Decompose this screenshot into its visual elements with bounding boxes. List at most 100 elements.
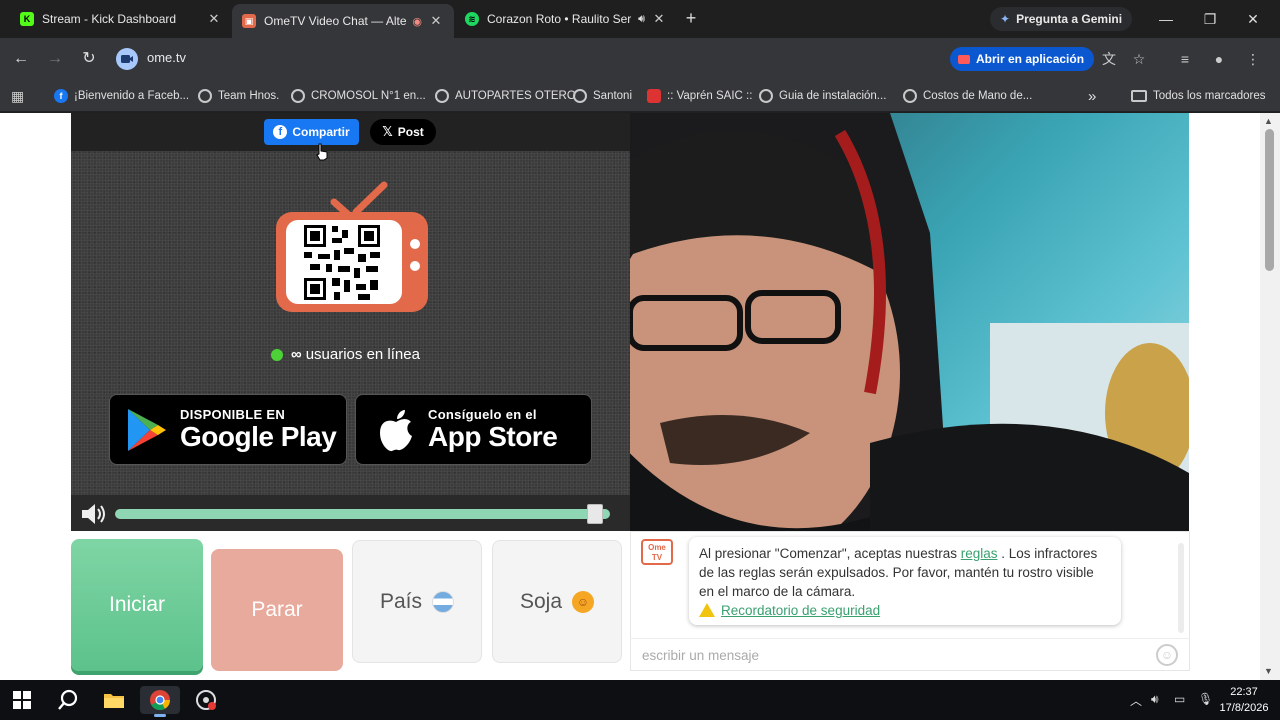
facebook-icon: f [54,89,68,103]
facebook-icon: f [273,125,288,139]
volume-icon[interactable] [80,503,108,525]
warning-icon [699,603,715,617]
bookmark-santoni[interactable]: Santoni [573,87,632,105]
minimize-button[interactable]: — [1146,8,1186,30]
message-input[interactable]: escribir un mensaje [630,638,1190,672]
audio-playing-icon[interactable]: 🔊︎ [638,13,645,26]
x-logo-icon: 𝕏 [382,124,393,139]
search-icon[interactable] [48,686,88,714]
stop-button[interactable]: Parar [211,549,343,671]
new-tab-button[interactable]: + [680,8,702,30]
apps-grid-icon[interactable]: ▦ [11,87,24,105]
bookmark-autopartes[interactable]: AUTOPARTES OTERO [435,87,576,105]
x-post-button[interactable]: 𝕏 Post [370,119,436,145]
system-notice-message: Al presionar "Comenzar", aceptas nuestra… [689,537,1121,625]
browser-toolbar: ← → ↻ ome.tv Abrir en aplicación 文 ☆ ≡ ●… [0,38,1280,80]
speaker-tray-icon[interactable]: 🔊︎ [1151,692,1159,707]
ometv-icon: ▣ [242,14,256,28]
logo-text-bottom: TV [651,553,663,562]
emoji-icon[interactable]: ☺ [1156,644,1178,666]
bookmark-costos[interactable]: Costos de Mano de... [903,87,1032,105]
globe-icon [573,89,587,103]
close-icon[interactable]: ✕ [651,11,667,27]
url-text[interactable]: ome.tv [147,50,186,65]
google-play-icon [128,408,166,451]
bookmark-team-hnos[interactable]: Team Hnos. [198,87,279,105]
reading-list-icon[interactable]: ≡ [1174,48,1196,70]
google-play-big-text: Google Play [180,421,337,452]
online-dot-icon [271,348,283,361]
restore-button[interactable]: ❐ [1190,8,1230,30]
online-label: usuarios en línea [305,346,420,363]
safety-reminder-link[interactable]: Recordatorio de seguridad [721,603,880,618]
bookmark-label: Santoni [593,90,633,102]
country-selector[interactable]: País [352,540,482,663]
close-icon[interactable]: ✕ [206,11,222,27]
open-in-app-button[interactable]: Abrir en aplicación [950,47,1095,71]
notice-text-part1: Al presionar "Comenzar", aceptas nuestra… [699,546,961,561]
page-scrollbar[interactable]: ▲ ▼ [1260,113,1280,680]
tab-kick[interactable]: K Stream - Kick Dashboard ✕ [10,6,232,32]
bookmark-label: Guia de instalación... [779,90,887,102]
google-play-small-text: DISPONIBLE EN [180,407,286,422]
bookmark-guia-instalacion[interactable]: Guia de instalación... [759,87,886,105]
chrome-taskbar-icon[interactable] [140,686,180,717]
menu-icon[interactable]: ⋮ [1242,48,1264,70]
chat-scrollbar[interactable] [1178,543,1184,633]
bookmark-star-icon[interactable]: ☆ [1128,48,1150,70]
obs-recording-icon[interactable] [186,686,226,714]
folder-icon [1131,90,1147,102]
all-bookmarks-folder[interactable]: Todos los marcadores [1131,87,1266,105]
ometv-qr-tv-logo [276,181,428,312]
bookmark-label: ¡Bienvenido a Faceb... [74,90,190,102]
online-count: ∞ [291,346,302,363]
site-info-icon[interactable] [116,48,138,70]
spotify-icon: ≋ [465,12,479,26]
profile-avatar-icon[interactable]: ● [1208,48,1230,70]
globe-icon [759,89,773,103]
microphone-tray-icon[interactable]: 🎙︎ [1198,692,1213,706]
bookmarks-overflow-button[interactable]: » [1088,87,1096,105]
network-tray-icon[interactable]: ▭ [1174,692,1185,706]
google-play-badge[interactable]: DISPONIBLE EN Google Play [109,394,347,465]
facebook-share-button[interactable]: f Compartir [264,119,359,145]
start-button[interactable]: Iniciar [71,539,203,671]
globe-icon [435,89,449,103]
forward-icon[interactable]: → [44,48,66,70]
bookmark-label: CROMOSOL N°1 en... [311,90,426,102]
tab-spotify[interactable]: ≋ Corazon Roto • Raulito Ser 🔊︎ ✕ [455,6,677,32]
scrollbar-thumb[interactable] [1265,129,1274,271]
tab-title: Stream - Kick Dashboard [42,12,177,26]
tray-overflow-icon[interactable]: ︿ [1130,692,1142,709]
ometv-page: f Compartir 𝕏 Post ∞ usuarios en línea D… [0,113,1260,680]
translate-icon[interactable]: 文 [1098,48,1120,70]
system-clock[interactable]: 22:37 17/8/2026 [1212,684,1276,716]
volume-slider[interactable] [115,509,610,519]
windows-taskbar: ︿ 🔊︎ ▭ 🎙︎ 22:37 17/8/2026 [0,680,1280,720]
recording-icon: ◉ [412,15,422,28]
rules-link[interactable]: reglas [961,546,998,561]
gender-selector[interactable]: Soja ☺ [492,540,622,663]
ometv-chat-logo: Ome TV [641,539,673,565]
bookmark-cromosol[interactable]: CROMOSOL N°1 en... [291,87,426,105]
tab-ometv[interactable]: ▣ OmeTV Video Chat — Alter ◉ ✕ [232,4,454,38]
volume-slider-handle[interactable] [587,504,604,524]
gender-label: Soja [519,589,563,613]
back-icon[interactable]: ← [10,48,32,70]
vapren-icon [647,89,661,103]
file-explorer-icon[interactable] [94,686,134,714]
close-window-button[interactable]: ✕ [1233,8,1273,30]
bookmark-facebook[interactable]: f ¡Bienvenido a Faceb... [54,87,189,105]
windows-start-icon[interactable] [2,686,42,714]
bookmark-label: :: Vaprén SAIC :: [667,90,753,102]
scroll-down-icon[interactable]: ▼ [1264,666,1273,676]
scroll-up-icon[interactable]: ▲ [1264,116,1273,126]
bookmark-vapren[interactable]: :: Vaprén SAIC :: [647,87,752,105]
tab-strip: K Stream - Kick Dashboard ✕ ▣ OmeTV Vide… [0,0,1280,38]
app-store-badge[interactable]: Consíguelo en el App Store [355,394,592,465]
tab-title: Corazon Roto • Raulito Ser [487,12,632,26]
reload-icon[interactable]: ↻ [78,48,100,70]
logo-text-top: Ome [648,543,666,552]
close-icon[interactable]: ✕ [428,13,444,29]
gemini-button[interactable]: ✦ Pregunta a Gemini [990,7,1133,31]
